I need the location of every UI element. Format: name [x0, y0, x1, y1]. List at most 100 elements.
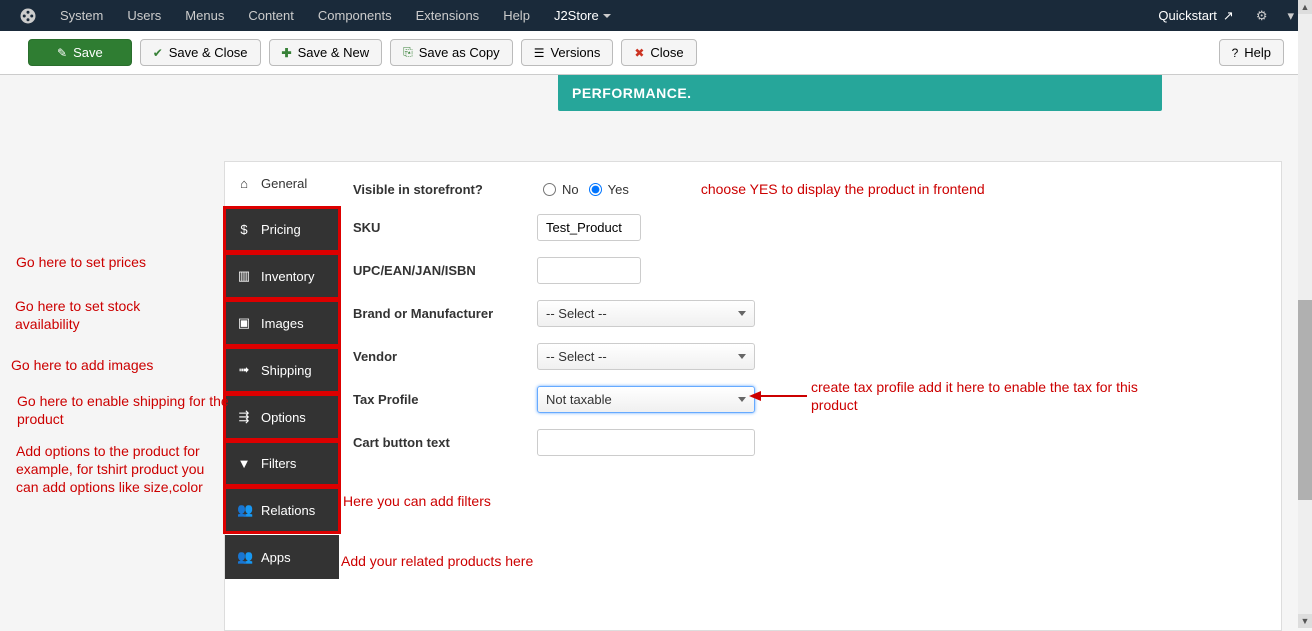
plus-icon: ✚ — [282, 46, 292, 60]
close-icon: ✖ — [634, 46, 644, 60]
save-label: Save — [73, 45, 103, 60]
external-link-icon: ↗ — [1223, 8, 1234, 24]
sitemap-icon: ⇶ — [237, 409, 251, 425]
tab-filters[interactable]: ▼ Filters — [225, 442, 339, 485]
annot-pricing: Go here to set prices — [16, 253, 146, 271]
annot-images: Go here to add images — [11, 356, 153, 374]
versions-button[interactable]: ☰ Versions — [521, 39, 614, 66]
vendor-value: -- Select -- — [546, 349, 607, 364]
close-label: Close — [650, 45, 683, 60]
tab-general-label: General — [261, 176, 307, 191]
row-tax: Tax Profile Not taxable create tax profi… — [353, 386, 1267, 413]
row-upc: UPC/EAN/JAN/ISBN — [353, 257, 1267, 284]
nav-content[interactable]: Content — [236, 0, 306, 31]
sku-input[interactable] — [537, 214, 641, 241]
stack-icon: ☰ — [534, 46, 545, 60]
gear-icon[interactable]: ⚙ — [1246, 0, 1278, 31]
annot-options: Add options to the product for example, … — [16, 442, 226, 497]
annot-inventory: Go here to set stock availability — [15, 297, 195, 333]
general-form: Visible in storefront? No Yes choose YES… — [339, 162, 1281, 630]
save-new-button[interactable]: ✚ Save & New — [269, 39, 383, 66]
nav-extensions[interactable]: Extensions — [404, 0, 492, 31]
vendor-label: Vendor — [353, 349, 537, 364]
tab-shipping[interactable]: ➟ Shipping — [225, 348, 339, 392]
users-icon: 👥 — [237, 502, 251, 518]
row-vendor: Vendor -- Select -- — [353, 343, 1267, 370]
tab-pricing[interactable]: $ Pricing — [225, 208, 339, 251]
scroll-up-icon[interactable]: ▲ — [1298, 0, 1312, 14]
tab-pricing-label: Pricing — [261, 222, 301, 237]
tab-options-label: Options — [261, 410, 306, 425]
versions-label: Versions — [550, 45, 600, 60]
row-cart: Cart button text — [353, 429, 1267, 456]
tab-apps-label: Apps — [261, 550, 291, 565]
save-close-button[interactable]: ✔ Save & Close — [140, 39, 261, 66]
visible-yes-radio[interactable] — [589, 183, 602, 196]
tax-select[interactable]: Not taxable — [537, 386, 755, 413]
save-copy-button[interactable]: ⎘ Save as Copy — [390, 39, 513, 66]
nav-j2store[interactable]: J2Store — [542, 0, 623, 31]
annot-shipping: Go here to enable shipping for the produ… — [17, 392, 232, 428]
nav-users[interactable]: Users — [115, 0, 173, 31]
users-icon: 👥 — [237, 549, 251, 565]
nav-components[interactable]: Components — [306, 0, 404, 31]
sku-label: SKU — [353, 220, 537, 235]
visible-no-radio[interactable] — [543, 183, 556, 196]
product-panel: ⌂ General $ Pricing ▥ Inventory ▣ Images… — [224, 161, 1282, 631]
tab-general[interactable]: ⌂ General — [225, 162, 339, 205]
home-icon: ⌂ — [237, 176, 251, 191]
help-label: Help — [1244, 45, 1271, 60]
tab-shipping-label: Shipping — [261, 363, 312, 378]
chevron-down-icon — [738, 311, 746, 316]
tab-options[interactable]: ⇶ Options — [225, 395, 339, 439]
bars-icon: ▥ — [237, 268, 251, 284]
check-icon: ✔ — [153, 46, 163, 60]
tab-inventory[interactable]: ▥ Inventory — [225, 254, 339, 298]
cart-label: Cart button text — [353, 435, 537, 450]
save-copy-label: Save as Copy — [419, 45, 500, 60]
tax-label: Tax Profile — [353, 392, 537, 407]
joomla-logo-icon[interactable] — [18, 6, 38, 26]
top-navigation: System Users Menus Content Components Ex… — [0, 0, 1312, 31]
scroll-down-icon[interactable]: ▼ — [1298, 614, 1312, 628]
help-icon: ? — [1232, 46, 1239, 60]
nav-help[interactable]: Help — [491, 0, 542, 31]
visible-label: Visible in storefront? — [353, 182, 537, 197]
upc-input[interactable] — [537, 257, 641, 284]
tab-relations[interactable]: 👥 Relations — [225, 488, 339, 532]
nav-system[interactable]: System — [48, 0, 115, 31]
vertical-scrollbar[interactable]: ▲ ▼ — [1298, 0, 1312, 628]
nav-quickstart[interactable]: Quickstart ↗ — [1146, 0, 1245, 31]
tab-apps[interactable]: 👥 Apps — [225, 535, 339, 579]
arrow-left-icon — [749, 390, 809, 402]
copy-icon: ⎘ — [403, 45, 413, 60]
annot-filters: Here you can add filters — [343, 492, 491, 510]
nav-menus[interactable]: Menus — [173, 0, 236, 31]
upc-label: UPC/EAN/JAN/ISBN — [353, 263, 537, 278]
tax-value: Not taxable — [546, 392, 612, 407]
tab-inventory-label: Inventory — [261, 269, 314, 284]
chevron-down-icon — [738, 397, 746, 402]
main-content: PERFORMANCE. Go here to set prices Go he… — [0, 75, 1312, 631]
help-button[interactable]: ? Help — [1219, 39, 1284, 66]
tab-images[interactable]: ▣ Images — [225, 301, 339, 345]
cart-input[interactable] — [537, 429, 755, 456]
brand-select[interactable]: -- Select -- — [537, 300, 755, 327]
action-toolbar: ✎ Save ✔ Save & Close ✚ Save & New ⎘ Sav… — [0, 31, 1312, 75]
tab-filters-label: Filters — [261, 456, 296, 471]
vendor-select[interactable]: -- Select -- — [537, 343, 755, 370]
vertical-tabs: ⌂ General $ Pricing ▥ Inventory ▣ Images… — [225, 162, 339, 630]
annot-relations: Add your related products here — [341, 552, 533, 570]
filter-icon: ▼ — [237, 456, 251, 471]
brand-value: -- Select -- — [546, 306, 607, 321]
save-button[interactable]: ✎ Save — [28, 39, 132, 66]
performance-banner: PERFORMANCE. — [558, 75, 1162, 111]
tab-images-label: Images — [261, 316, 304, 331]
scroll-thumb[interactable] — [1298, 300, 1312, 500]
row-sku: SKU — [353, 214, 1267, 241]
visible-no-text: No — [562, 182, 579, 197]
brand-label: Brand or Manufacturer — [353, 306, 537, 321]
save-new-label: Save & New — [298, 45, 370, 60]
close-button[interactable]: ✖ Close — [621, 39, 696, 66]
truck-icon: ➟ — [237, 362, 251, 378]
